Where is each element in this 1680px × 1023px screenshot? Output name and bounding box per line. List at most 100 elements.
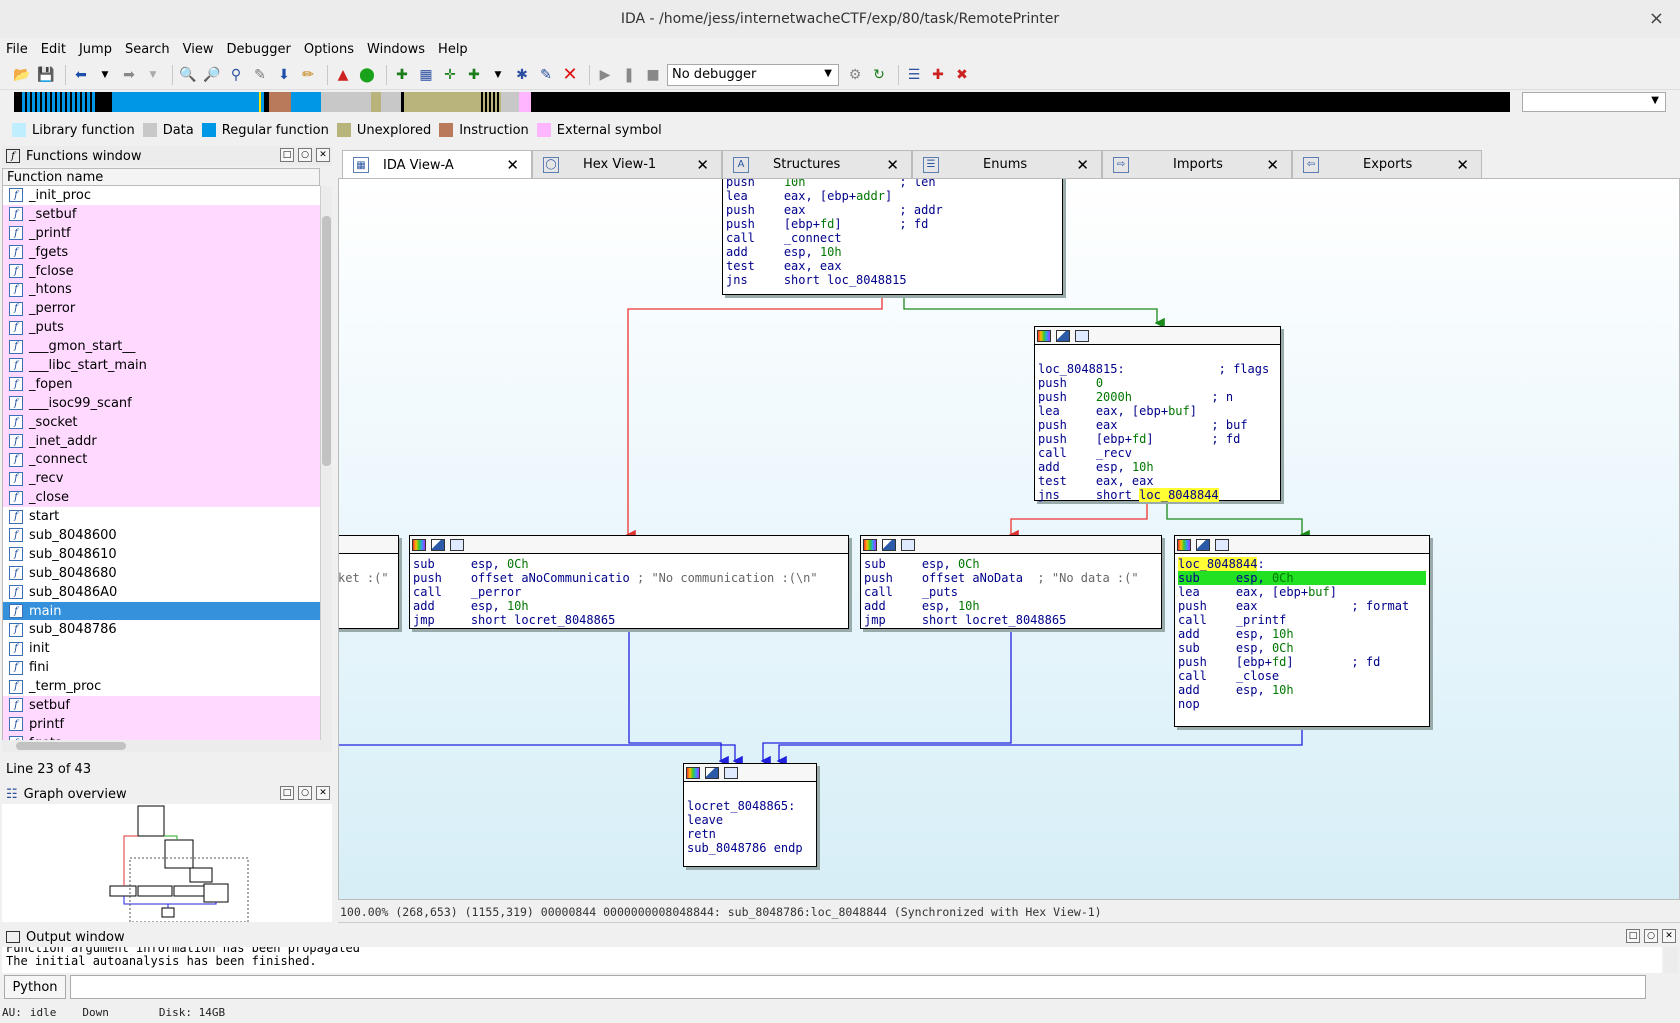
function-row[interactable]: f sub_8048610 (3, 545, 320, 564)
color-icon[interactable] (686, 766, 700, 779)
function-row[interactable]: f init (3, 639, 320, 658)
ida-graph-view[interactable]: push 10h ; len lea eax, [ebp+addr] push ea… (338, 178, 1680, 900)
basic-block-connect[interactable]: push 10h ; len lea eax, [ebp+addr] push ea… (722, 179, 1063, 295)
restore-panel-icon[interactable]: ○ (1644, 929, 1658, 943)
add-struct-icon[interactable]: ▦ (416, 65, 436, 85)
float-panel-icon[interactable]: □ (280, 148, 294, 162)
functions-list[interactable]: f _init_proc f _setbuf f _printf f _fgets f _fclo… (2, 186, 320, 740)
breakpoint-list-icon[interactable]: ☰ (904, 65, 924, 85)
function-row[interactable]: f sub_80486A0 (3, 583, 320, 602)
function-row[interactable]: f fini (3, 658, 320, 677)
group-icon[interactable] (1215, 538, 1229, 551)
basic-block-no-communication[interactable]: sub esp, 0Ch push offset aNoCommunicatio … (409, 535, 849, 629)
menu-file[interactable]: File (6, 42, 28, 57)
function-row[interactable]: f printf (3, 714, 320, 734)
delete-red-x-icon[interactable]: ✕ (560, 64, 580, 85)
python-command-input[interactable] (70, 975, 1646, 999)
forward-arrow-icon[interactable]: ➡ (119, 65, 139, 85)
basic-block-locret-8048865[interactable]: locret_8048865: leave retn sub_8048786 endp (683, 763, 817, 867)
color-icon[interactable] (1177, 538, 1191, 551)
edit-icon[interactable] (1196, 538, 1210, 551)
edit-icon[interactable] (431, 538, 445, 551)
basic-block-loc-8048844[interactable]: loc_8048844: sub esp, 0Ch lea eax, [ebp+b… (1174, 535, 1430, 727)
group-icon[interactable] (901, 538, 915, 551)
pause-icon[interactable]: ❚ (619, 65, 639, 85)
color-icon[interactable] (412, 538, 426, 551)
close-tab-icon[interactable]: ✕ (696, 156, 709, 174)
menu-jump[interactable]: Jump (79, 42, 112, 57)
tab-exports[interactable]: ⇦ Exports ✕ (1292, 150, 1482, 178)
script-gear-icon[interactable]: ✱ (512, 65, 532, 85)
function-row[interactable]: f _htons (3, 280, 320, 300)
graph-overview-canvas[interactable] (2, 804, 332, 923)
group-icon[interactable] (450, 538, 464, 551)
close-panel-icon[interactable]: ✕ (316, 786, 330, 800)
function-row[interactable]: f _setbuf (3, 204, 320, 224)
scroll-thumb[interactable] (322, 216, 331, 466)
output-scrollbar[interactable] (1664, 947, 1678, 973)
tab-structures[interactable]: A Structures ✕ (722, 150, 912, 178)
search-immediate-icon[interactable]: ⚲ (226, 65, 246, 85)
function-row[interactable]: f ___isoc99_scanf (3, 393, 320, 413)
restore-panel-icon[interactable]: ○ (298, 148, 312, 162)
close-window-icon[interactable]: × (1649, 8, 1664, 29)
menu-search[interactable]: Search (125, 42, 170, 57)
tab-imports[interactable]: ⇨ Imports ✕ (1102, 150, 1292, 178)
group-icon[interactable] (724, 766, 738, 779)
close-tab-icon[interactable]: ✕ (506, 156, 519, 174)
basic-block-loc-8048815[interactable]: loc_8048815: ; flags push 0 push 2000h ; n… (1034, 326, 1281, 502)
function-row[interactable]: f _fclose (3, 261, 320, 281)
debugger-select[interactable]: No debugger ▼ (667, 63, 839, 86)
edit-icon[interactable] (705, 766, 719, 779)
chevron-down-icon[interactable]: ▼ (488, 65, 508, 85)
function-row[interactable]: f _fopen (3, 374, 320, 394)
close-tab-icon[interactable]: ✕ (1266, 156, 1279, 174)
tab-enums[interactable]: ☰ Enums ✕ (912, 150, 1102, 178)
add-segment-icon[interactable]: ✚ (392, 65, 412, 85)
patch-icon[interactable]: ✎ (536, 65, 556, 85)
stop-icon[interactable]: ■ (643, 65, 663, 85)
function-row[interactable]: f _init_proc (3, 186, 320, 205)
function-row[interactable]: f sub_8048786 (3, 620, 320, 639)
back-arrow-icon[interactable]: ⬅ (71, 65, 91, 85)
menu-debugger[interactable]: Debugger (226, 42, 290, 57)
edit-icon[interactable] (882, 538, 896, 551)
color-icon[interactable] (863, 538, 877, 551)
function-row[interactable]: f _printf (3, 223, 320, 243)
function-row[interactable]: f _fgets (3, 242, 320, 262)
open-folder-icon[interactable]: 📂 (12, 65, 32, 85)
search-text-icon[interactable]: 🔎 (202, 65, 222, 85)
menu-windows[interactable]: Windows (367, 42, 425, 57)
menu-edit[interactable]: Edit (41, 42, 66, 57)
function-name-column-header[interactable]: Function name (2, 168, 320, 186)
function-row[interactable]: f _connect (3, 450, 320, 470)
menu-help[interactable]: Help (438, 42, 468, 57)
basic-block-no-data[interactable]: sub esp, 0Ch push offset aNoData ; "No da… (860, 535, 1162, 629)
function-row[interactable]: f _close (3, 488, 320, 508)
green-circle-icon[interactable]: ⬤ (357, 65, 377, 85)
menu-options[interactable]: Options (304, 42, 354, 57)
close-panel-icon[interactable]: ✕ (316, 148, 330, 162)
chevron-down-icon[interactable]: ▼ (95, 65, 115, 85)
navigation-band[interactable] (14, 92, 1510, 112)
tab-hex-view-1[interactable]: ◯ Hex View-1 ✕ (532, 150, 722, 178)
restore-panel-icon[interactable]: ○ (298, 786, 312, 800)
function-row[interactable]: f ___gmon_start__ (3, 337, 320, 357)
graph-chart-icon[interactable]: ▲ (333, 65, 353, 85)
color-icon[interactable] (1037, 329, 1051, 342)
close-tab-icon[interactable]: ✕ (1456, 156, 1469, 174)
functions-vertical-scrollbar[interactable] (320, 186, 332, 740)
menu-view[interactable]: View (183, 42, 214, 57)
scroll-thumb[interactable] (16, 742, 126, 750)
function-row[interactable]: f _inet_addr (3, 431, 320, 451)
function-row[interactable]: f start (3, 507, 320, 526)
output-log[interactable]: Function argument information has been p… (2, 947, 1662, 973)
search-binary-icon[interactable]: 🔍 (178, 65, 198, 85)
group-icon[interactable] (1075, 329, 1089, 342)
function-row[interactable]: f sub_8048680 (3, 564, 320, 583)
function-row[interactable]: f setbuf (3, 696, 320, 715)
function-row[interactable]: f main (3, 601, 320, 621)
function-row[interactable]: f _socket (3, 412, 320, 432)
float-panel-icon[interactable]: □ (1626, 929, 1640, 943)
python-language-button[interactable]: Python (4, 975, 66, 999)
